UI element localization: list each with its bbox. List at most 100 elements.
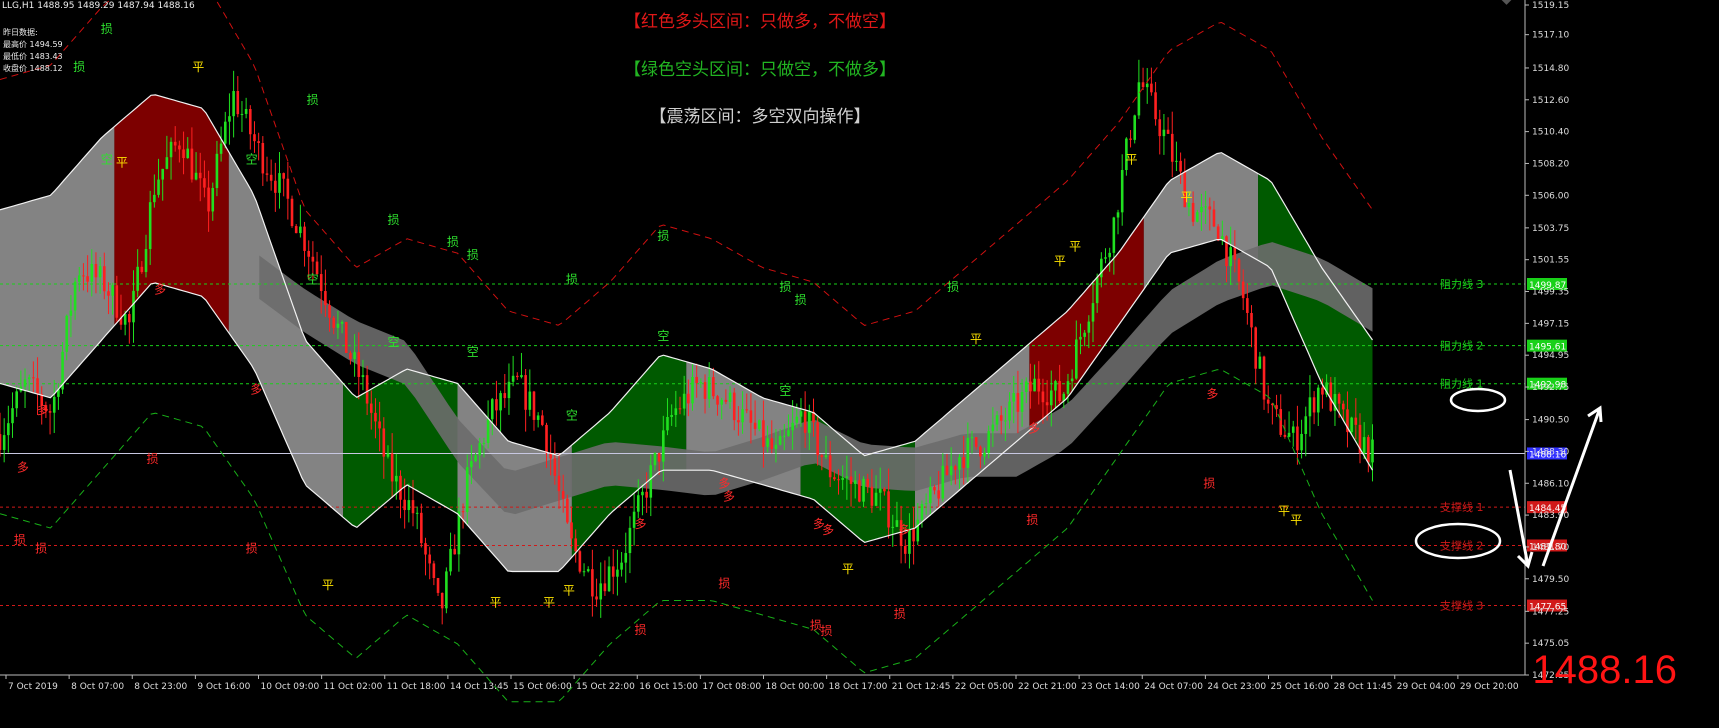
candle-body — [1316, 387, 1320, 413]
candle-body — [111, 285, 114, 296]
candle-body — [411, 500, 415, 514]
signal-marker: 平 — [563, 584, 575, 598]
candle-body — [762, 420, 765, 447]
signal-marker: 损 — [718, 576, 730, 590]
candle-body — [791, 422, 794, 431]
candle-body — [782, 435, 786, 437]
candle-body — [107, 291, 110, 296]
candle-body — [695, 376, 698, 384]
candle-body — [920, 504, 924, 520]
candle-body — [595, 596, 598, 600]
candle-body — [136, 266, 139, 291]
candle-body — [674, 408, 678, 415]
candle-body — [1083, 332, 1086, 337]
candle-body — [474, 455, 477, 462]
candle-body — [457, 511, 461, 555]
candle-body — [1354, 417, 1358, 425]
signal-marker: 空 — [467, 345, 479, 359]
candle-body — [1337, 394, 1341, 404]
signal-marker: 损 — [1026, 513, 1038, 527]
highlight-ellipse-resistance — [1449, 387, 1507, 413]
candle-body — [482, 442, 486, 444]
candle-body — [1150, 83, 1153, 93]
candle-body — [924, 503, 928, 505]
candle-body — [1095, 277, 1099, 304]
x-tick-label: 29 Oct 20:00 — [1460, 682, 1519, 692]
x-tick-label: 15 Oct 06:00 — [513, 682, 572, 692]
zone-range — [0, 126, 115, 398]
candle-body — [357, 352, 361, 377]
candle-body — [399, 475, 402, 500]
signal-marker: 多 — [154, 283, 166, 297]
candle-body — [269, 174, 273, 181]
candle-body — [999, 415, 1003, 421]
candle-body — [1195, 212, 1199, 222]
signal-marker: 平 — [842, 562, 854, 576]
candle-body — [1266, 399, 1270, 404]
candle-body — [311, 256, 315, 262]
candle-body — [265, 173, 269, 175]
candle-body — [707, 377, 711, 399]
candle-body — [449, 548, 452, 572]
candle-body — [169, 141, 173, 158]
prev-high: 最高价 1494.59 — [3, 40, 63, 49]
candle-body — [77, 275, 81, 282]
x-tick-label: 25 Oct 16:00 — [1271, 682, 1330, 692]
candle-body — [307, 250, 311, 257]
candle-body — [274, 180, 277, 193]
candle-body — [1058, 381, 1061, 402]
candle-body — [1262, 356, 1266, 400]
candle-body — [841, 477, 844, 480]
signal-marker: 多 — [250, 383, 262, 397]
candle-body — [1104, 257, 1107, 259]
candle-body — [503, 393, 507, 399]
candle-body — [73, 281, 77, 311]
candle-body — [687, 393, 690, 404]
candle-body — [445, 571, 448, 609]
candle-body — [1225, 236, 1228, 267]
y-tick-label: 1497.15 — [1532, 319, 1569, 329]
candle-body — [532, 391, 536, 420]
x-tick-label: 7 Oct 2019 — [8, 682, 58, 692]
candle-body — [524, 375, 527, 410]
candle-body — [870, 486, 874, 506]
level-label: 阻力线 3 — [1440, 277, 1484, 291]
candle-body — [824, 455, 828, 458]
x-axis: 7 Oct 2019 8 Oct 07:00 8 Oct 23:00 9 Oct 16… — [0, 674, 1525, 692]
candle-body — [553, 458, 557, 476]
candle-body — [432, 563, 436, 578]
candle-body — [23, 379, 27, 387]
candle-body — [820, 455, 824, 458]
candle-body — [328, 305, 331, 318]
candle-body — [361, 375, 365, 377]
candle-body — [837, 479, 840, 481]
candle-body — [778, 435, 782, 445]
candle-body — [7, 423, 10, 436]
zone-bull — [114, 94, 229, 333]
candle-body — [845, 476, 849, 478]
candle-body — [211, 188, 215, 212]
signal-marker: 损 — [14, 533, 26, 547]
x-tick-label: 11 Oct 02:00 — [324, 682, 383, 692]
candle-body — [1145, 83, 1149, 88]
candle-body — [365, 375, 369, 404]
candle-body — [294, 226, 298, 234]
y-tick-label: 1499.35 — [1532, 288, 1569, 298]
candle-body — [1312, 397, 1316, 413]
x-tick-label: 22 Oct 05:00 — [955, 682, 1014, 692]
candle-body — [949, 466, 953, 476]
candle-body — [515, 375, 519, 378]
candle-body — [115, 285, 119, 318]
candle-body — [324, 291, 327, 306]
candle-body — [1120, 170, 1124, 213]
candle-body — [511, 375, 515, 382]
candle-body — [649, 465, 653, 498]
y-tick-label: 1490.50 — [1532, 416, 1569, 426]
candle-body — [395, 475, 398, 482]
candle-body — [161, 168, 164, 180]
candle-body — [203, 178, 206, 188]
candle-body — [382, 428, 386, 457]
candle-body — [974, 437, 978, 447]
candle-body — [102, 266, 106, 292]
candle-body — [737, 420, 740, 423]
